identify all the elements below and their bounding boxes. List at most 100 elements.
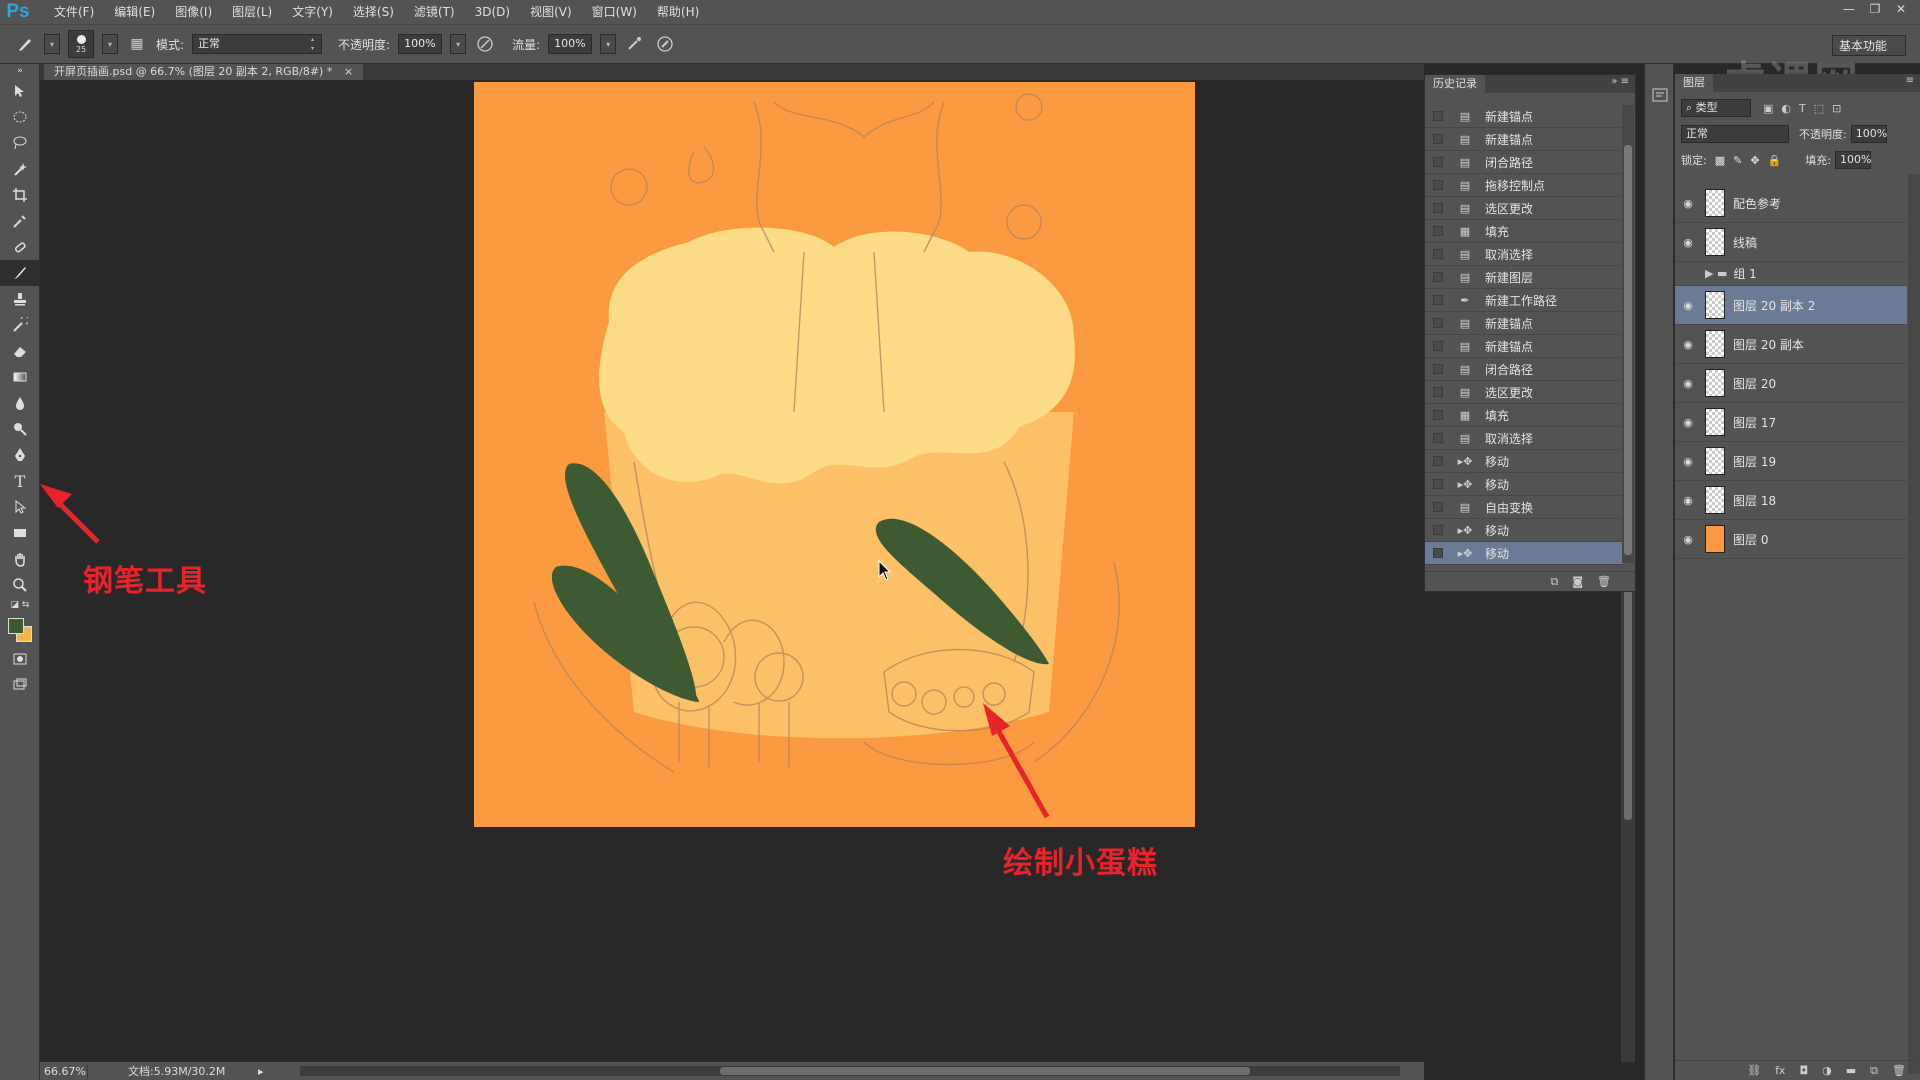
history-source-checkbox[interactable] <box>1433 295 1443 305</box>
history-source-checkbox[interactable] <box>1433 341 1443 351</box>
lock-transparent-icon[interactable]: ▩ <box>1715 154 1725 167</box>
history-scrollbar[interactable] <box>1622 105 1634 563</box>
history-source-checkbox[interactable] <box>1433 226 1443 236</box>
crop-tool-icon[interactable] <box>0 182 40 208</box>
menu-image[interactable]: 图像(I) <box>165 0 222 24</box>
history-item[interactable]: ▦ 填充 <box>1425 404 1623 427</box>
layer-filter-select[interactable]: ⌕ 类型 <box>1681 99 1751 117</box>
layer-style-icon[interactable]: fx <box>1775 1064 1785 1077</box>
menu-select[interactable]: 选择(S) <box>343 0 404 24</box>
airbrush-icon[interactable] <box>624 33 646 55</box>
menu-edit[interactable]: 编辑(E) <box>104 0 165 24</box>
link-layers-icon[interactable]: ⛓ <box>1747 1064 1761 1077</box>
minimize-button[interactable]: — <box>1836 0 1862 18</box>
new-layer-icon[interactable]: ⧉ <box>1870 1064 1878 1078</box>
visibility-eye-icon[interactable]: ◉ <box>1675 416 1701 429</box>
lasso-tool-icon[interactable] <box>0 130 40 156</box>
type-filter-icon[interactable]: T <box>1799 102 1806 115</box>
history-source-checkbox[interactable] <box>1433 249 1443 259</box>
eyedropper-tool-icon[interactable] <box>0 208 40 234</box>
layer-group-row[interactable]: ▶ ▬ 组 1 <box>1675 262 1907 286</box>
visibility-eye-icon[interactable]: ◉ <box>1675 236 1701 249</box>
hand-tool-icon[interactable] <box>0 546 40 572</box>
brush-picker-dropdown[interactable]: ▾ <box>102 34 118 54</box>
history-tab[interactable]: 历史记录 <box>1425 75 1485 93</box>
artwork-canvas[interactable] <box>474 82 1195 827</box>
layer-row[interactable]: ◉ 图层 20 <box>1675 364 1907 403</box>
history-source-checkbox[interactable] <box>1433 318 1443 328</box>
history-scroll-thumb[interactable] <box>1624 145 1632 555</box>
visibility-eye-icon[interactable]: ◉ <box>1675 494 1701 507</box>
history-item[interactable]: ▸✥ 移动 <box>1425 542 1623 565</box>
layer-row[interactable]: ◉ 图层 20 副本 <box>1675 325 1907 364</box>
pixel-filter-icon[interactable]: ▣ <box>1763 102 1773 115</box>
toolbox-collapse-icon[interactable]: » <box>0 64 40 78</box>
history-item[interactable]: ▤ 取消选择 <box>1425 427 1623 450</box>
history-source-checkbox[interactable] <box>1433 456 1443 466</box>
clone-stamp-tool-icon[interactable] <box>0 286 40 312</box>
history-item[interactable]: ▸✥ 移动 <box>1425 473 1623 496</box>
history-item[interactable]: ✒ 新建工作路径 <box>1425 289 1623 312</box>
screen-mode-icon[interactable] <box>0 672 40 698</box>
canvas-horizontal-scroll-thumb[interactable] <box>720 1067 1250 1075</box>
history-source-checkbox[interactable] <box>1433 387 1443 397</box>
panel-menu-icon[interactable]: » ≡ <box>1611 76 1629 87</box>
color-swatches[interactable] <box>0 612 40 646</box>
history-source-checkbox[interactable] <box>1433 180 1443 190</box>
menu-layer[interactable]: 图层(L) <box>222 0 282 24</box>
shape-filter-icon[interactable]: ⬚ <box>1814 102 1824 115</box>
history-source-checkbox[interactable] <box>1433 525 1443 535</box>
visibility-eye-icon[interactable]: ◉ <box>1675 533 1701 546</box>
gradient-tool-icon[interactable] <box>0 364 40 390</box>
layer-opacity-input[interactable]: 100% <box>1850 125 1887 143</box>
menu-help[interactable]: 帮助(H) <box>647 0 709 24</box>
move-tool-icon[interactable] <box>0 78 40 104</box>
layer-row[interactable]: ◉ 图层 18 <box>1675 481 1907 520</box>
history-item[interactable]: ▤ 自由变换 <box>1425 496 1623 519</box>
history-source-checkbox[interactable] <box>1433 548 1443 558</box>
rectangle-tool-icon[interactable] <box>0 520 40 546</box>
history-item[interactable]: ▤ 取消选择 <box>1425 243 1623 266</box>
document-info[interactable]: 文档:5.93M/30.2M <box>128 1063 258 1079</box>
layer-row[interactable]: ◉ 配色参考 <box>1675 184 1907 223</box>
close-button[interactable]: ✕ <box>1888 0 1914 18</box>
visibility-eye-icon[interactable]: ◉ <box>1675 338 1701 351</box>
menu-type[interactable]: 文字(Y) <box>282 0 343 24</box>
history-source-checkbox[interactable] <box>1433 111 1443 121</box>
visibility-eye-icon[interactable]: ◉ <box>1675 299 1701 312</box>
history-source-checkbox[interactable] <box>1433 364 1443 374</box>
default-colors-icon[interactable]: ◪ ⇆ <box>0 598 40 612</box>
pen-tool-icon[interactable] <box>0 442 40 468</box>
pressure-size-icon[interactable] <box>654 33 676 55</box>
history-source-checkbox[interactable] <box>1433 433 1443 443</box>
history-source-checkbox[interactable] <box>1433 410 1443 420</box>
brush-panel-toggle-icon[interactable]: ▦ <box>126 33 148 55</box>
history-item[interactable]: ▤ 选区更改 <box>1425 381 1623 404</box>
adjustment-filter-icon[interactable]: ◐ <box>1781 102 1791 115</box>
opacity-dropdown[interactable]: ▾ <box>450 34 467 54</box>
canvas-area[interactable] <box>40 80 1424 1062</box>
history-item[interactable]: ▦ 填充 <box>1425 220 1623 243</box>
history-item[interactable]: ▤ 新建锚点 <box>1425 128 1623 151</box>
history-item[interactable]: ▤ 新建锚点 <box>1425 105 1623 128</box>
history-item[interactable]: ▤ 拖移控制点 <box>1425 174 1623 197</box>
history-item[interactable]: ▸✥ 移动 <box>1425 519 1623 542</box>
history-source-checkbox[interactable] <box>1433 134 1443 144</box>
delete-layer-icon[interactable]: 🗑 <box>1892 1064 1906 1077</box>
history-item[interactable]: ▤ 选区更改 <box>1425 197 1623 220</box>
document-tab[interactable]: 开屏页插画.psd @ 66.7% (图层 20 副本 2, RGB/8#) *… <box>44 64 364 80</box>
canvas-horizontal-scrollbar[interactable] <box>300 1066 1400 1076</box>
brush-tool-preset-icon[interactable] <box>14 33 36 55</box>
status-menu-arrow-icon[interactable]: ▸ <box>258 1065 264 1078</box>
type-tool-icon[interactable]: T <box>0 468 40 494</box>
workspace-select[interactable]: 基本功能 <box>1831 35 1906 56</box>
foreground-color-swatch[interactable] <box>8 618 24 634</box>
layers-tab[interactable]: 图层 <box>1675 74 1713 92</box>
menu-filter[interactable]: 滤镜(T) <box>404 0 465 24</box>
layer-row[interactable]: ◉ 图层 19 <box>1675 442 1907 481</box>
magic-wand-tool-icon[interactable] <box>0 156 40 182</box>
blur-tool-icon[interactable] <box>0 390 40 416</box>
history-item[interactable]: ▤ 新建图层 <box>1425 266 1623 289</box>
path-selection-tool-icon[interactable] <box>0 494 40 520</box>
mode-select[interactable]: 正常 <box>192 34 323 54</box>
